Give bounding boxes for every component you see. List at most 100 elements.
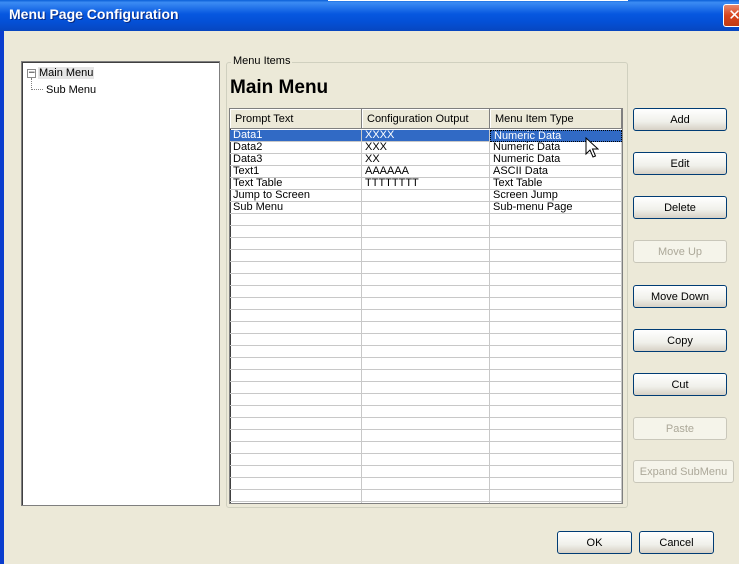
table-row[interactable]	[230, 322, 622, 334]
table-row[interactable]	[230, 262, 622, 274]
table-row[interactable]: Text Table TTTTTTTT Text Table	[230, 178, 622, 190]
table-cell[interactable]	[362, 466, 490, 478]
table-cell[interactable]	[230, 466, 362, 478]
table-cell[interactable]	[490, 262, 622, 274]
table-cell[interactable]	[362, 370, 490, 382]
table-row[interactable]	[230, 274, 622, 286]
edit-button[interactable]: Edit	[633, 152, 727, 175]
table-cell[interactable]	[490, 370, 622, 382]
table-cell[interactable]	[362, 238, 490, 250]
table-cell[interactable]	[362, 334, 490, 346]
table-cell[interactable]	[230, 406, 362, 418]
column-header-prompt-text[interactable]: Prompt Text	[230, 109, 362, 129]
table-cell[interactable]: Text Table	[230, 178, 362, 190]
table-cell[interactable]	[230, 394, 362, 406]
table-cell[interactable]	[230, 238, 362, 250]
table-cell[interactable]	[490, 502, 622, 503]
table-row[interactable]: Data1 XXXX Numeric Data	[230, 130, 622, 142]
table-cell[interactable]	[362, 358, 490, 370]
menu-tree[interactable]: − Main Menu Sub Menu	[21, 61, 220, 506]
title-bar[interactable]: Menu Page Configuration ✕	[0, 0, 739, 31]
table-cell[interactable]	[362, 406, 490, 418]
paste-button[interactable]: Paste	[633, 417, 727, 440]
table-cell[interactable]	[362, 298, 490, 310]
table-row[interactable]	[230, 406, 622, 418]
table-row[interactable]	[230, 334, 622, 346]
table-row[interactable]	[230, 454, 622, 466]
table-cell[interactable]: Numeric Data	[490, 154, 622, 166]
table-row[interactable]	[230, 310, 622, 322]
table-row[interactable]	[230, 490, 622, 502]
table-cell[interactable]	[230, 346, 362, 358]
table-cell[interactable]: Data3	[230, 154, 362, 166]
column-header-configuration-output[interactable]: Configuration Output	[362, 109, 490, 129]
table-cell[interactable]	[490, 322, 622, 334]
table-row[interactable]	[230, 250, 622, 262]
table-cell[interactable]	[230, 310, 362, 322]
table-cell[interactable]: XXXX	[362, 130, 490, 142]
table-cell[interactable]	[490, 274, 622, 286]
table-row[interactable]	[230, 226, 622, 238]
table-row[interactable]: Text1 AAAAAA ASCII Data	[230, 166, 622, 178]
table-cell[interactable]	[362, 190, 490, 202]
table-cell[interactable]: Data1	[230, 130, 362, 142]
table-cell[interactable]	[490, 478, 622, 490]
table-cell[interactable]	[230, 286, 362, 298]
table-cell[interactable]	[230, 262, 362, 274]
table-cell[interactable]	[490, 310, 622, 322]
table-cell[interactable]	[362, 430, 490, 442]
table-row[interactable]	[230, 466, 622, 478]
table-cell[interactable]	[490, 250, 622, 262]
table-cell[interactable]	[490, 466, 622, 478]
table-row[interactable]: Sub Menu Sub-menu Page	[230, 202, 622, 214]
table-row[interactable]	[230, 346, 622, 358]
table-cell[interactable]	[362, 442, 490, 454]
table-cell[interactable]	[230, 370, 362, 382]
table-cell[interactable]	[490, 334, 622, 346]
table-cell[interactable]	[230, 226, 362, 238]
table-cell[interactable]	[230, 358, 362, 370]
table-cell[interactable]	[490, 406, 622, 418]
table-cell[interactable]: Sub Menu	[230, 202, 362, 214]
table-cell[interactable]	[490, 490, 622, 502]
table-cell[interactable]	[362, 202, 490, 214]
table-cell[interactable]	[362, 490, 490, 502]
table-cell[interactable]: TTTTTTTT	[362, 178, 490, 190]
table-cell[interactable]	[230, 502, 362, 503]
table-cell[interactable]	[490, 298, 622, 310]
table-cell[interactable]	[362, 226, 490, 238]
table-cell[interactable]	[230, 322, 362, 334]
table-cell[interactable]	[362, 262, 490, 274]
delete-button[interactable]: Delete	[633, 196, 727, 219]
table-cell[interactable]	[362, 274, 490, 286]
table-cell[interactable]	[230, 250, 362, 262]
table-cell[interactable]	[490, 238, 622, 250]
table-cell[interactable]: ASCII Data	[490, 166, 622, 178]
table-cell[interactable]: Text Table	[490, 178, 622, 190]
table-row[interactable]	[230, 442, 622, 454]
table-row[interactable]	[230, 478, 622, 490]
table-cell[interactable]: AAAAAA	[362, 166, 490, 178]
table-cell[interactable]	[490, 346, 622, 358]
table-cell[interactable]	[490, 442, 622, 454]
table-row[interactable]	[230, 370, 622, 382]
table-cell[interactable]	[230, 418, 362, 430]
table-cell[interactable]	[490, 418, 622, 430]
table-cell[interactable]	[362, 310, 490, 322]
table-cell[interactable]: Jump to Screen	[230, 190, 362, 202]
table-cell[interactable]	[362, 214, 490, 226]
menu-items-grid[interactable]: Prompt Text Configuration Output Menu It…	[229, 108, 623, 504]
table-row[interactable]	[230, 238, 622, 250]
table-cell[interactable]: Screen Jump	[490, 190, 622, 202]
table-cell[interactable]	[490, 214, 622, 226]
table-cell[interactable]	[230, 214, 362, 226]
close-button[interactable]: ✕	[723, 4, 739, 27]
table-cell[interactable]: XXX	[362, 142, 490, 154]
move-up-button[interactable]: Move Up	[633, 240, 727, 263]
ok-button[interactable]: OK	[557, 531, 632, 554]
table-cell[interactable]	[362, 346, 490, 358]
table-cell[interactable]	[490, 286, 622, 298]
table-row[interactable]	[230, 418, 622, 430]
table-row[interactable]	[230, 382, 622, 394]
collapse-icon[interactable]: −	[27, 69, 36, 78]
